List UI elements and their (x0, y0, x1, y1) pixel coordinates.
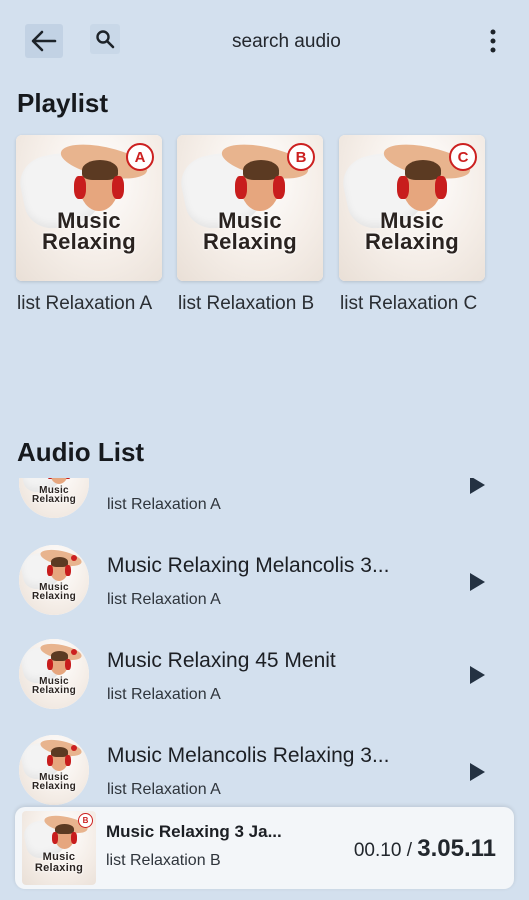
playlist-cover-image: Music Relaxing A (16, 135, 162, 281)
playlist-cover-image: Music Relaxing B (177, 135, 323, 281)
play-icon[interactable] (470, 763, 485, 781)
playlist-label-b[interactable]: list Relaxation B (178, 293, 314, 315)
track-playlist: list Relaxation A (107, 591, 221, 608)
overflow-menu-button[interactable] (483, 26, 503, 56)
track-playlist: list Relaxation A (107, 781, 221, 798)
playlist-heading: Playlist (17, 88, 109, 118)
now-playing-playlist: list Relaxation B (106, 852, 221, 869)
track-playlist: list Relaxation A (107, 496, 221, 513)
track-thumbnail: Music Relaxing (19, 545, 89, 615)
search-icon (96, 30, 115, 49)
playlist-badge: A (126, 143, 154, 171)
cover-art-text: Music Relaxing (364, 207, 460, 254)
play-icon[interactable] (470, 478, 485, 494)
playlist-cover-image: Music Relaxing C (339, 135, 485, 281)
now-playing-title: Music Relaxing 3 Ja... (106, 822, 282, 841)
playlist-badge: B (78, 813, 93, 828)
audio-list-heading: Audio List (17, 437, 145, 467)
now-playing-thumbnail: Music Relaxing B (22, 811, 96, 885)
playback-time: 00.10 / 3.05.11 (354, 835, 496, 863)
playlist-label-c[interactable]: list Relaxation C (340, 293, 477, 315)
now-playing-bar[interactable]: Music Relaxing B Music Relaxing 3 Ja... … (15, 807, 514, 889)
playlist-label-a[interactable]: list Relaxation A (17, 293, 152, 315)
top-bar: search audio (0, 0, 529, 80)
track-thumbnail: Music Relaxing (19, 639, 89, 709)
current-time: 00.10 (353, 840, 402, 861)
more-vert-icon (490, 29, 496, 53)
audio-list[interactable]: Music Relaxing list Relaxation A Music R… (0, 478, 529, 808)
back-button[interactable] (25, 24, 63, 58)
search-button[interactable] (90, 24, 120, 54)
track-thumbnail: Music Relaxing (19, 478, 89, 518)
play-icon[interactable] (470, 573, 485, 591)
playlist-card-a[interactable]: Music Relaxing A (16, 135, 162, 281)
arrow-left-icon (31, 30, 57, 52)
audio-list-item[interactable]: Music Relaxing Music Melancolis Relaxing… (0, 731, 529, 808)
audio-list-item[interactable]: Music Relaxing Music Relaxing Melancolis… (0, 540, 529, 630)
cover-art-text: Music Relaxing (202, 207, 298, 254)
playlist-card-c[interactable]: Music Relaxing C (339, 135, 485, 281)
track-title: Music Melancolis Relaxing 3... (107, 744, 390, 767)
time-separator: / (406, 840, 412, 861)
cover-art-text: Music Relaxing (41, 207, 137, 254)
audio-list-item[interactable]: Music Relaxing Music Relaxing 45 Menit l… (0, 635, 529, 725)
track-thumbnail: Music Relaxing (19, 735, 89, 805)
play-icon[interactable] (470, 666, 485, 684)
search-audio-field[interactable]: search audio (232, 31, 341, 53)
playlist-badge: C (449, 143, 477, 171)
track-playlist: list Relaxation A (107, 686, 221, 703)
audio-list-item[interactable]: Music Relaxing list Relaxation A (0, 478, 529, 530)
playlist-badge: B (287, 143, 315, 171)
total-duration: 3.05.11 (417, 835, 496, 862)
playlist-card-b[interactable]: Music Relaxing B (177, 135, 323, 281)
track-title: Music Relaxing Melancolis 3... (107, 554, 390, 577)
track-title: Music Relaxing 45 Menit (107, 649, 336, 672)
